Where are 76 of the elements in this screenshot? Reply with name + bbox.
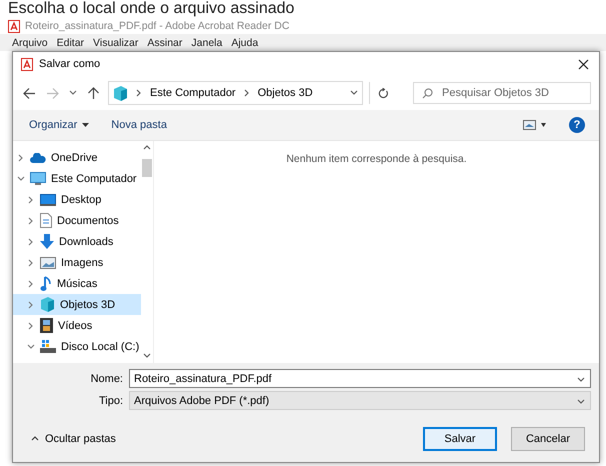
menu-item[interactable]: Editar <box>56 36 84 48</box>
save-button[interactable]: Salvar <box>423 427 497 451</box>
chevron-right-icon <box>135 89 143 97</box>
cube-icon <box>113 86 128 100</box>
pdf-icon <box>8 20 20 32</box>
arrow-icon <box>46 86 59 100</box>
cube-icon <box>40 297 55 312</box>
tree-item[interactable]: Músicas <box>13 273 141 294</box>
new-folder-button[interactable]: Nova pasta <box>111 117 167 133</box>
pdf-icon <box>21 58 33 70</box>
picture-icon <box>40 256 56 268</box>
chevron-down-icon[interactable] <box>27 342 35 350</box>
field-label: Tipo: <box>98 394 123 406</box>
chevron-right-icon[interactable] <box>27 216 35 224</box>
tree-item[interactable]: Este Computador <box>13 168 141 189</box>
down-arrow-icon <box>40 234 54 249</box>
view-options-icon[interactable] <box>523 120 547 130</box>
scroll-up-icon <box>143 144 151 152</box>
menu-item[interactable]: Visualizar <box>93 36 138 48</box>
organize-menu[interactable]: Organizar <box>29 117 90 133</box>
refresh-icon <box>378 88 389 98</box>
tree-item[interactable]: Vídeos <box>13 315 141 336</box>
film-icon <box>40 318 53 333</box>
document-icon <box>40 213 52 228</box>
chevron-right-icon[interactable] <box>27 196 35 204</box>
chevron-down-icon[interactable] <box>350 89 358 97</box>
file-type-dropdown[interactable]: Arquivos Adobe PDF (*.pdf) <box>129 391 591 410</box>
chevron-down-icon[interactable] <box>577 398 585 406</box>
tree-item[interactable]: OneDrive <box>13 147 141 168</box>
breadcrumb-item[interactable]: Este Computador <box>150 87 236 99</box>
tree-item[interactable]: Disco Local (C:) <box>13 336 141 357</box>
empty-message: Nenhum item corresponde à pesquisa. <box>286 153 467 167</box>
menu-item[interactable]: Arquivo <box>12 36 48 48</box>
address-bar[interactable]: Este Computador Objetos 3D <box>108 81 363 105</box>
menu-item[interactable]: Janela <box>191 36 222 48</box>
drive-icon <box>40 340 56 353</box>
search-icon <box>422 88 433 99</box>
chevron-down-icon[interactable] <box>17 174 25 182</box>
cancel-button[interactable]: Cancelar <box>511 427 585 451</box>
monitor-icon <box>30 172 46 186</box>
cloud-icon <box>30 152 46 162</box>
tree-item[interactable]: Downloads <box>13 231 141 252</box>
arrow-icon <box>23 86 36 100</box>
tree-item[interactable]: Imagens <box>13 252 141 273</box>
filename-field[interactable]: Roteiro_assinatura_PDF.pdf <box>129 369 591 388</box>
search-field[interactable]: Pesquisar Objetos 3D <box>413 82 591 104</box>
scroll-down-icon <box>143 352 151 360</box>
tree-item[interactable]: Documentos <box>13 210 141 231</box>
document-heading: Escolha o local onde o arquivo assinado <box>7 0 296 18</box>
chevron-down-icon[interactable] <box>577 376 585 384</box>
chevron-right-icon[interactable] <box>27 300 35 308</box>
dropdown-arrow-icon <box>82 123 90 127</box>
chevron-up-icon <box>31 435 39 443</box>
chevron-right-icon[interactable] <box>27 322 35 330</box>
chevron-down-icon <box>69 89 77 97</box>
menu-item[interactable]: Assinar <box>147 36 182 48</box>
desktop-icon <box>40 194 56 206</box>
tree-item[interactable]: Objetos 3D <box>13 294 141 315</box>
dialog-title: Salvar como <box>39 58 102 70</box>
chevron-right-icon[interactable] <box>17 154 25 162</box>
help-button[interactable]: ? <box>569 117 585 133</box>
close-icon <box>578 58 589 70</box>
field-label: Nome: <box>90 372 123 384</box>
close-button[interactable] <box>576 56 591 72</box>
tree-item[interactable]: Desktop <box>13 189 141 210</box>
chevron-right-icon[interactable] <box>27 258 35 266</box>
music-note-icon <box>40 276 52 292</box>
chevron-right-icon[interactable] <box>27 238 35 246</box>
chevron-right-icon <box>242 89 251 97</box>
arrow-icon <box>87 86 100 100</box>
scrollbar-thumb[interactable] <box>142 159 152 177</box>
breadcrumb-item[interactable]: Objetos 3D <box>258 87 313 99</box>
app-title: Roteiro_assinatura_PDF.pdf - Adobe Acrobat Reader DC <box>25 20 290 32</box>
menu-item[interactable]: Ajuda <box>231 36 258 48</box>
hide-folders-button[interactable]: Ocultar pastas <box>25 432 122 446</box>
chevron-right-icon[interactable] <box>27 280 35 288</box>
